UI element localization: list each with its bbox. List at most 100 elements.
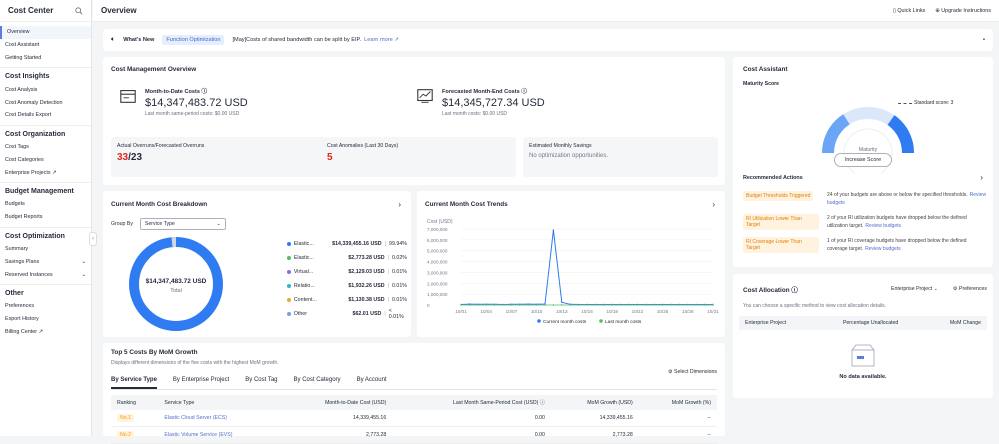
sidebar-item[interactable]: Cost Categories <box>0 153 91 166</box>
service-link[interactable]: Elastic Cloud Server (ECS) <box>164 415 227 421</box>
top5-tab[interactable]: By Service Type <box>111 377 157 389</box>
group-by-select[interactable]: Service Type⌄ <box>140 218 226 230</box>
breakdown-more-icon[interactable]: › <box>398 200 401 209</box>
fme-block: Forecasted Month-End Costs ⓘ $14,345,727… <box>416 87 545 117</box>
sidebar-item-label: Preferences <box>5 303 34 309</box>
legend-item[interactable]: Relatio...$1,932.26 USD|0.01% <box>287 279 407 293</box>
top5-tab[interactable]: By Account <box>357 377 387 389</box>
chevron-down-icon: ⌄ <box>81 259 86 265</box>
sidebar-item[interactable]: Cost Details Export <box>0 109 91 122</box>
data-point <box>586 304 587 305</box>
sidebar-groups: Cost InsightsCost AnalysisCost Anomaly D… <box>0 67 91 338</box>
legend-name: Content... <box>294 297 325 303</box>
cell-pct: -- <box>639 410 717 427</box>
top5-tabs: By Service Type By Enterprise Project By C… <box>111 377 717 390</box>
top5-body: No.1Elastic Cloud Server (ECS)14,339,455… <box>111 410 717 444</box>
standard-score: Standard score: 3 <box>898 100 953 106</box>
sidebar-item[interactable]: Overview <box>0 26 91 39</box>
allocation-table: Enterprise ProjectPercentage Unallocated… <box>739 316 987 330</box>
top5-title: Top 5 Costs By MoM Growth <box>111 349 198 356</box>
savings-box[interactable]: Estimated Monthly Savings No optimizatio… <box>523 137 718 177</box>
sidebar-item[interactable]: Cost Tags <box>0 141 91 154</box>
sidebar-item-label: Cost Tags <box>5 144 29 150</box>
sidebar-item[interactable]: Cost Anomaly Detection <box>0 96 91 109</box>
top5-tab[interactable]: By Cost Category <box>294 377 341 389</box>
sidebar-item[interactable]: Summary <box>0 243 91 256</box>
sidebar-item[interactable]: Cost Analysis <box>0 83 91 96</box>
action-tag-wrap: RI Utilization Lower Than Target <box>743 214 819 230</box>
top5-tab[interactable]: By Cost Tag <box>245 377 277 389</box>
legend-item[interactable]: Other$62.01 USD|< 0.01% <box>287 307 407 321</box>
x-tick-label: 10/01 <box>455 309 467 314</box>
legend-item[interactable]: Virtual...$2,129.03 USD|0.01% <box>287 265 407 279</box>
sidebar-top-items: OverviewCost AssistantGetting Started <box>0 22 91 64</box>
x-tick-label: 10/13 <box>556 309 568 314</box>
data-point <box>502 304 503 305</box>
data-point <box>696 304 697 305</box>
sidebar-item[interactable]: Enterprise Projects ↗ <box>0 166 91 179</box>
legend-dot <box>287 270 291 274</box>
quick-links-button[interactable]: ▯ Quick Links <box>893 8 925 14</box>
topbar: Overview ▯ Quick Links ⊕ Upgrade Instruc… <box>93 0 999 22</box>
column-header: Ranking <box>111 395 158 410</box>
data-point <box>712 304 713 305</box>
x-tick-label: 10/16 <box>581 309 593 314</box>
legend-value: $2,773.28 USD <box>325 255 385 261</box>
increase-score-button[interactable]: Increase Score <box>834 153 892 167</box>
allocation-column-header: Enterprise Project <box>739 316 820 330</box>
allocation-dropdown[interactable]: Enterprise Project ⌄ <box>891 286 938 292</box>
legend-value: $1,130.38 USD <box>325 297 385 303</box>
overruns-forecast: /23 <box>128 152 142 163</box>
chevron-down-icon: ⌄ <box>932 286 938 292</box>
sidebar-item-label: Budget Reports <box>5 214 42 220</box>
top5-tab[interactable]: By Enterprise Project <box>173 377 229 389</box>
preferences-button[interactable]: ⚙ Preferences <box>953 286 987 292</box>
legend-pct: 0.01% <box>392 283 407 289</box>
cell-pct: -- <box>639 427 717 444</box>
close-banner-icon[interactable]: • <box>983 37 985 43</box>
service-link[interactable]: Elastic Volume Service (EVS) <box>164 432 232 438</box>
data-point <box>603 304 604 305</box>
legend-dot <box>287 284 291 288</box>
trends-more-icon[interactable]: › <box>712 200 715 209</box>
sidebar-item[interactable]: Getting Started <box>0 52 91 65</box>
select-dimensions-label: Select Dimensions <box>674 369 717 375</box>
data-point <box>519 304 520 305</box>
legend-item[interactable]: Content...$1,130.38 USD|0.01% <box>287 293 407 307</box>
legend-item[interactable]: Elastic...$2,773.28 USD|0.02% <box>287 251 407 265</box>
trends-title: Current Month Cost Trends <box>425 201 508 208</box>
anomalies-box[interactable]: Cost Anomalies (Last 30 Days) 5 <box>321 137 516 177</box>
search-icon[interactable] <box>75 7 83 15</box>
sidebar-item[interactable]: Budget Reports <box>0 211 91 224</box>
overruns-box[interactable]: Actual Overruns/Forecasted Overruns 33/2… <box>111 137 333 177</box>
sidebar-item[interactable]: Budgets <box>0 198 91 211</box>
y-tick-label: 6,000,000 <box>427 238 448 243</box>
review-budgets-link[interactable]: Review budgets <box>865 223 901 229</box>
upgrade-instructions-button[interactable]: ⊕ Upgrade Instructions <box>935 8 991 14</box>
anomalies-label: Cost Anomalies (Last 30 Days) <box>327 143 510 149</box>
collapse-sidebar-icon[interactable]: ‹ <box>89 232 97 246</box>
allocation-dropdown-value: Enterprise Project <box>891 286 932 292</box>
select-dimensions-button[interactable]: ⚙ Select Dimensions <box>668 369 717 375</box>
cost-allocation-card: Cost Allocation ⓘ Enterprise Project ⌄ ⚙… <box>733 274 993 398</box>
data-point <box>561 302 562 303</box>
service-cell: Elastic Cloud Server (ECS) <box>158 410 280 427</box>
recommended-more-icon[interactable]: › <box>980 173 983 182</box>
service-cell: Elastic Volume Service (EVS) <box>158 427 280 444</box>
sidebar-item[interactable]: Reserved Instances⌄ <box>0 268 91 281</box>
sidebar-group-title: Cost Optimization <box>0 227 91 243</box>
sidebar-item[interactable]: Cost Assistant <box>0 39 91 52</box>
sidebar-item[interactable]: Savings Plans⌄ <box>0 255 91 268</box>
invoice-icon <box>119 87 137 105</box>
sidebar-group-title: Cost Organization <box>0 125 91 141</box>
function-optimization-tag: Function Optimization <box>162 35 224 45</box>
data-point <box>570 304 571 305</box>
review-budgets-link[interactable]: Review budgets <box>865 246 901 252</box>
sidebar-item[interactable]: Billing Center ↗ <box>0 326 91 339</box>
sidebar-item[interactable]: Export History <box>0 313 91 326</box>
learn-more-link[interactable]: Learn more ↗ <box>364 37 399 43</box>
top5-table: RankingService TypeMonth-to-Date Cost (U… <box>111 395 717 444</box>
y-tick-label: 4,000,000 <box>427 260 448 265</box>
legend-item[interactable]: Elastic...$14,339,455.16 USD|99.94% <box>287 237 407 251</box>
sidebar-item[interactable]: Preferences <box>0 300 91 313</box>
